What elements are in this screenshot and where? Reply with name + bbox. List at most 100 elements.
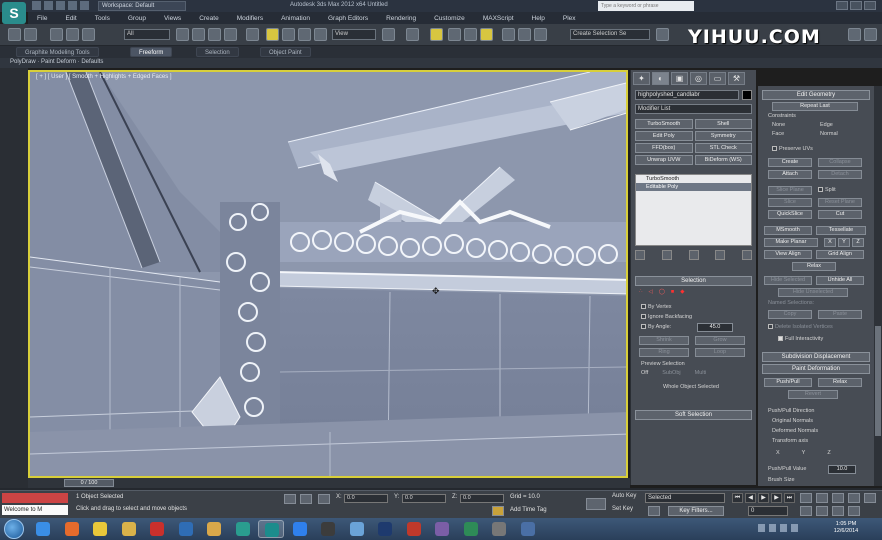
element-icon[interactable]: ◆ (680, 289, 684, 295)
isolate-selection-icon[interactable] (284, 494, 296, 504)
collapse-button[interactable]: Collapse (818, 158, 862, 167)
workspace-dropdown[interactable]: Workspace: Default (98, 1, 186, 11)
modifier-stack[interactable]: TurboSmooth Editable Poly (635, 174, 752, 246)
next-frame-icon[interactable]: ▶ (771, 493, 782, 503)
remove-modifier-icon[interactable] (715, 250, 726, 260)
spinner-snap-icon[interactable] (480, 28, 493, 41)
original-normals-radio[interactable]: Original Normals (772, 418, 813, 424)
planar-z-button[interactable]: Z (852, 238, 864, 247)
taskbar-folder-button[interactable] (201, 520, 227, 538)
window-crossing-icon[interactable] (224, 28, 237, 41)
push-pull-value-field[interactable]: 10.0 (828, 465, 856, 474)
scrollbar-thumb[interactable] (875, 326, 881, 436)
snaps-toggle-icon[interactable] (430, 28, 443, 41)
taskbar-unity-button[interactable] (315, 520, 341, 538)
revert-button[interactable]: Revert (788, 390, 838, 399)
make-planar-button[interactable]: Make Planar (764, 238, 818, 247)
angle-snap-icon[interactable] (448, 28, 461, 41)
orbit-icon[interactable] (832, 506, 844, 516)
mirror-icon[interactable] (518, 28, 531, 41)
ffd-box-button[interactable]: FFD(box) (635, 143, 693, 153)
viewport-label[interactable]: [ + ] [ User ] [ Smooth + Highlights + E… (36, 74, 172, 80)
view-align-button[interactable]: View Align (764, 250, 812, 259)
application-button[interactable]: S (2, 2, 26, 24)
menu-help[interactable]: Help (523, 15, 554, 22)
render-frame-icon[interactable] (864, 28, 877, 41)
menu-customize[interactable]: Customize (425, 15, 474, 22)
constraint-edge-radio[interactable]: Edge (820, 122, 833, 128)
select-by-name-icon[interactable] (192, 28, 205, 41)
manipulate-icon[interactable] (406, 28, 419, 41)
taskbar-app4-button[interactable] (458, 520, 484, 538)
tray-power-icon[interactable] (791, 524, 798, 532)
shrink-button[interactable]: Shrink (639, 336, 689, 345)
menu-file[interactable]: File (28, 15, 56, 22)
play-icon[interactable]: ▶ (758, 493, 769, 503)
display-tab-icon[interactable]: ▭ (709, 72, 726, 85)
axis-z-radio[interactable]: Z (827, 450, 830, 456)
stl-check-button[interactable]: STL Check (694, 143, 752, 153)
cut-button[interactable]: Cut (818, 210, 862, 219)
selection-lock-icon[interactable] (300, 494, 312, 504)
tab-freeform[interactable]: Freeform (130, 47, 173, 57)
select-and-move-icon[interactable] (246, 28, 259, 41)
redo-icon[interactable] (80, 1, 89, 10)
system-clock[interactable]: 1:05 PM 12/6/2014 (826, 521, 866, 535)
edit-named-selection-icon[interactable] (502, 28, 515, 41)
named-selection-set-dropdown[interactable]: Create Selection Se (570, 29, 650, 40)
menu-plex[interactable]: Plex (554, 15, 585, 22)
help-search-input[interactable]: Type a keyword or phrase (598, 1, 694, 11)
utilities-tab-icon[interactable]: ⚒ (728, 72, 745, 85)
menu-maxscript[interactable]: MAXScript (474, 15, 523, 22)
constraint-none-radio[interactable]: None (772, 122, 785, 128)
select-object-icon[interactable] (176, 28, 189, 41)
symmetry-button[interactable]: Symmetry (694, 131, 752, 141)
subdivision-displacement-rollout-header[interactable]: Subdivision Displacement (762, 352, 870, 362)
make-unique-icon[interactable] (688, 250, 699, 260)
auto-key-button[interactable]: Auto Key (612, 493, 636, 499)
stack-item-turbosmooth[interactable]: TurboSmooth (636, 175, 751, 183)
go-to-end-icon[interactable]: ⏭ (784, 493, 795, 503)
new-file-icon[interactable] (32, 1, 41, 10)
slice-button[interactable]: Slice (768, 198, 812, 207)
current-frame-field[interactable]: 0 (748, 506, 788, 516)
scale-icon[interactable] (298, 28, 311, 41)
absolute-mode-icon[interactable] (318, 494, 330, 504)
rotate-icon[interactable] (282, 28, 295, 41)
detach-button[interactable]: Detach (818, 170, 862, 179)
open-file-icon[interactable] (44, 1, 53, 10)
align-icon[interactable] (534, 28, 547, 41)
msmooth-button[interactable]: MSmooth (764, 226, 812, 235)
axis-x-radio[interactable]: X (776, 450, 780, 456)
hierarchy-tab-icon[interactable]: ▣ (671, 72, 688, 85)
tray-flag-icon[interactable] (758, 524, 765, 532)
reset-plane-button[interactable]: Reset Plane (818, 198, 862, 207)
turbosmooth-button[interactable]: TurboSmooth (635, 119, 693, 129)
minimize-button[interactable] (836, 1, 848, 10)
maximize-viewport-icon[interactable] (864, 493, 876, 503)
tab-graphite-modeling-tools[interactable]: Graphite Modeling Tools (16, 47, 99, 57)
copy-button[interactable]: Copy (768, 310, 812, 319)
unhide-all-button[interactable]: Unhide All (816, 276, 864, 285)
y-coord-field[interactable]: 0.0 (402, 494, 446, 503)
reference-coordinate-dropdown[interactable]: View (332, 29, 376, 40)
undo-icon[interactable] (8, 28, 21, 41)
object-color-swatch[interactable] (742, 90, 752, 100)
key-filters-button[interactable]: Key Filters... (668, 506, 724, 516)
planar-x-button[interactable]: X (824, 238, 836, 247)
set-key-icon[interactable] (586, 498, 606, 510)
render-icon[interactable] (848, 28, 861, 41)
zoom-extents-icon[interactable] (848, 493, 860, 503)
save-file-icon[interactable] (56, 1, 65, 10)
create-tab-icon[interactable]: ✦ (633, 72, 650, 85)
full-interactivity-checkbox[interactable]: Full Interactivity (778, 336, 823, 342)
preview-multi-radio[interactable]: Multi (695, 370, 707, 376)
menu-rendering[interactable]: Rendering (377, 15, 425, 22)
by-angle-checkbox[interactable]: By Angle: (641, 324, 671, 330)
modify-tab-icon[interactable]: ◐ (652, 72, 669, 85)
planar-y-button[interactable]: Y (838, 238, 850, 247)
menu-edit[interactable]: Edit (56, 15, 85, 22)
loop-button[interactable]: Loop (695, 348, 745, 357)
zoom-icon[interactable] (816, 493, 828, 503)
maximize-toggle-icon[interactable] (848, 506, 860, 516)
